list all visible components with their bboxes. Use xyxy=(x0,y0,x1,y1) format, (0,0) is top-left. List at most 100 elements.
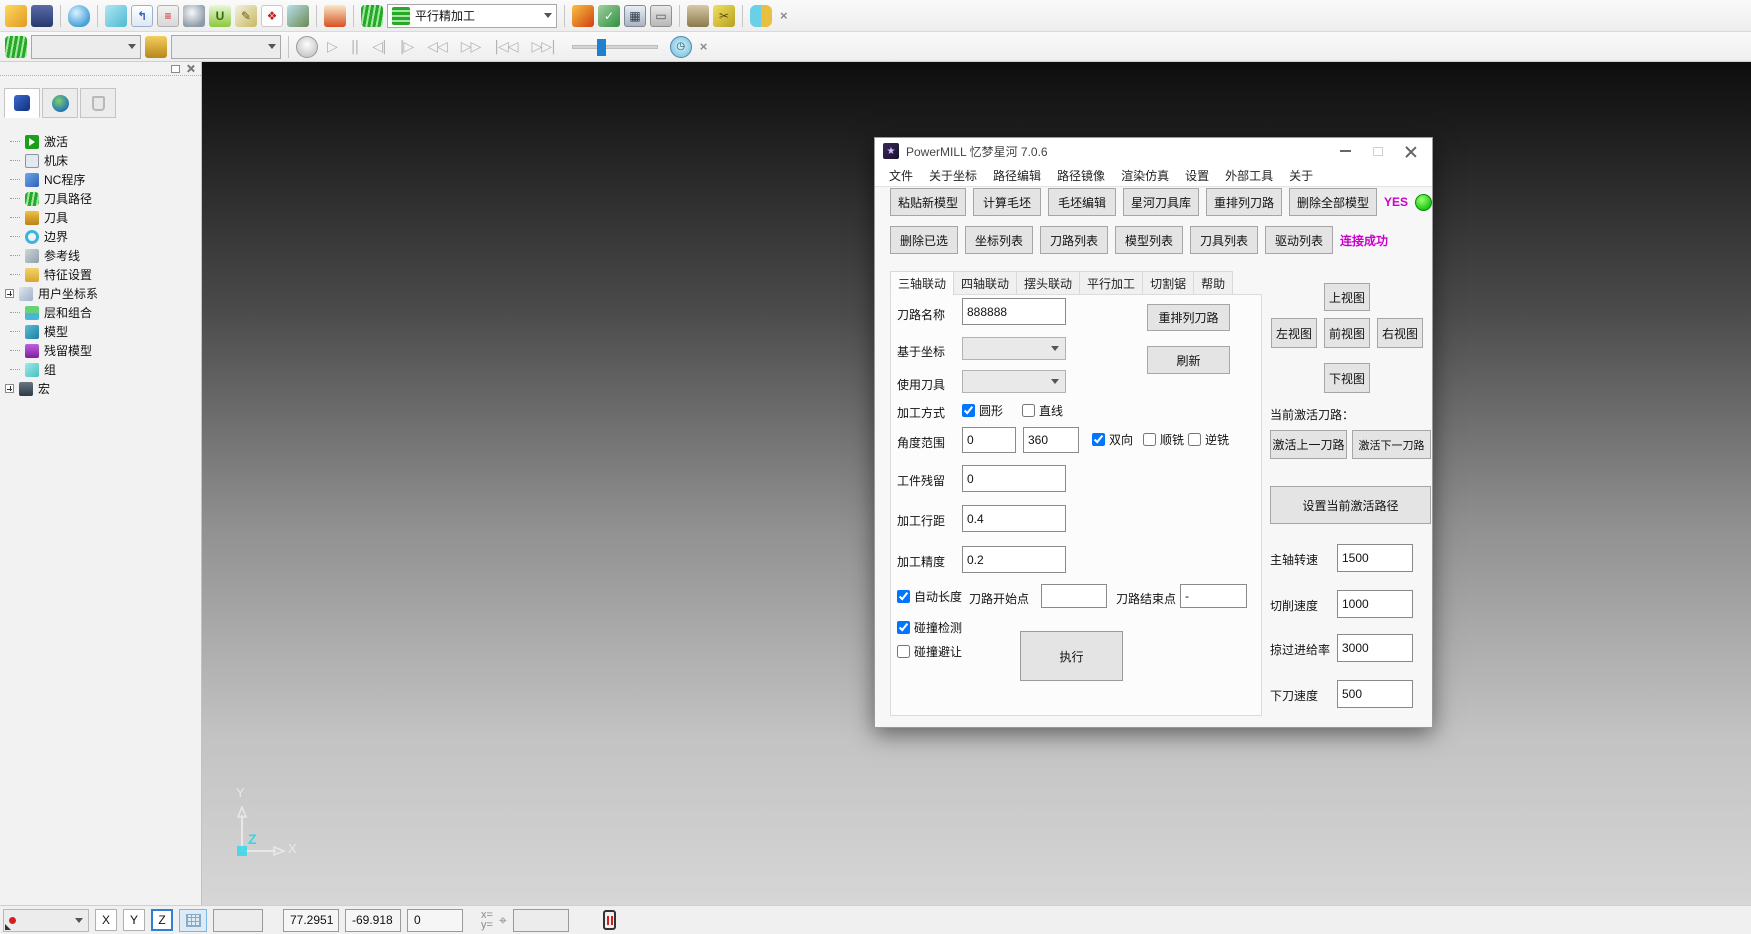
skip-start-button[interactable]: |◁◁ xyxy=(489,39,522,55)
view-bottom-button[interactable]: 下视图 xyxy=(1324,363,1370,393)
end-point-input[interactable] xyxy=(1180,584,1247,608)
tree-item-workplanes[interactable]: 用户坐标系 xyxy=(10,284,201,303)
axis-y-button[interactable]: Y xyxy=(123,909,145,931)
save-icon[interactable] xyxy=(31,5,53,27)
tree-item-activate[interactable]: 激活 xyxy=(10,132,201,151)
view-top-button[interactable]: 上视图 xyxy=(1324,283,1370,311)
toolpath-list-button[interactable]: 刀路列表 xyxy=(1040,226,1108,254)
grid-snap-button[interactable] xyxy=(179,909,207,932)
axis-z-button[interactable]: Z xyxy=(151,909,173,931)
activate-prev-button[interactable]: 激活上一刀路 xyxy=(1270,430,1347,459)
set-active-path-button[interactable]: 设置当前激活路径 xyxy=(1270,486,1431,524)
model-list-button[interactable]: 模型列表 xyxy=(1115,226,1183,254)
simulation-pause-icon[interactable] xyxy=(603,910,616,930)
drive-list-button[interactable]: 驱动列表 xyxy=(1265,226,1333,254)
tool-dropdown[interactable] xyxy=(962,370,1066,393)
view-front-button[interactable]: 前视图 xyxy=(1324,318,1370,348)
step-back-button[interactable]: ◁| xyxy=(367,39,390,55)
menu-render-sim[interactable]: 渲染仿真 xyxy=(1113,167,1177,184)
tree-item-pattern[interactable]: 参考线 xyxy=(10,246,201,265)
tab-parallel[interactable]: 平行加工 xyxy=(1079,271,1143,294)
axis-x-button[interactable]: X xyxy=(95,909,117,931)
activate-next-button[interactable]: 激活下一刀路 xyxy=(1352,430,1431,459)
tree-item-tools[interactable]: 刀具 xyxy=(10,208,201,227)
tab-4axis[interactable]: 四轴联动 xyxy=(953,271,1017,294)
angle-from-input[interactable] xyxy=(962,427,1016,453)
cutting-speed-input[interactable] xyxy=(1337,590,1413,618)
tree-item-models[interactable]: 模型 xyxy=(10,322,201,341)
menu-coords[interactable]: 关于坐标 xyxy=(921,167,985,184)
tool-list-button[interactable]: 刀具列表 xyxy=(1190,226,1258,254)
menu-path-edit[interactable]: 路径编辑 xyxy=(985,167,1049,184)
tolerance-input[interactable] xyxy=(962,546,1066,573)
tree-item-stock-models[interactable]: 残留模型 xyxy=(10,341,201,360)
menu-external-tools[interactable]: 外部工具 xyxy=(1217,167,1281,184)
tool-flash-icon[interactable] xyxy=(572,5,594,27)
execute-button[interactable]: 执行 xyxy=(1020,631,1123,681)
panel-grip[interactable] xyxy=(0,62,201,76)
mode-circle-checkbox[interactable]: 圆形 xyxy=(962,402,1003,419)
calc-stock-button[interactable]: 计算毛坯 xyxy=(973,188,1041,216)
maximize-icon[interactable] xyxy=(1373,147,1383,156)
slider-handle[interactable] xyxy=(597,39,606,56)
tool-check-icon[interactable]: ✓ xyxy=(598,5,620,27)
rewind-button[interactable]: ◁◁ xyxy=(422,39,452,55)
toolbar-close-icon[interactable]: × xyxy=(776,8,792,23)
bidirectional-checkbox[interactable]: 双向 xyxy=(1092,431,1133,448)
plunge-speed-input[interactable] xyxy=(1337,680,1413,708)
step-forward-button[interactable]: |▷ xyxy=(395,39,418,55)
tree-item-feature-set[interactable]: 特征设置 xyxy=(10,265,201,284)
minimize-icon[interactable] xyxy=(1340,150,1351,152)
workplane-dropdown[interactable] xyxy=(3,909,89,932)
tool-pair-icon[interactable] xyxy=(687,5,709,27)
rearrange-toolpaths-button[interactable]: 重排列刀路 xyxy=(1206,188,1282,216)
toolpath-name-input[interactable] xyxy=(962,298,1066,325)
stock-remain-input[interactable] xyxy=(962,465,1066,492)
pause-button[interactable]: || xyxy=(346,39,363,55)
toolbar-close-icon[interactable]: × xyxy=(696,39,712,54)
tab-trash[interactable] xyxy=(80,88,116,118)
ball-tool-icon[interactable] xyxy=(183,5,205,27)
rearrange-button[interactable]: 重排列刀路 xyxy=(1147,304,1230,331)
tree-item-macros[interactable]: 宏 xyxy=(10,379,201,398)
play-button[interactable]: ▷ xyxy=(322,39,342,55)
expander-plus-icon[interactable] xyxy=(5,289,14,298)
tree-item-nc-program[interactable]: NC程序 xyxy=(10,170,201,189)
toolpath-link-icon[interactable]: ↰ xyxy=(131,5,153,27)
coord-list-button[interactable]: 坐标列表 xyxy=(965,226,1033,254)
start-point-input[interactable] xyxy=(1041,584,1107,608)
delete-all-models-button[interactable]: 删除全部模型 xyxy=(1289,188,1377,216)
tree-item-toolpaths[interactable]: 刀具路径 xyxy=(10,189,201,208)
angle-to-input[interactable] xyxy=(1023,427,1079,453)
grid-size-field[interactable] xyxy=(213,909,263,932)
tab-globe[interactable] xyxy=(42,88,78,118)
delete-selected-button[interactable]: 删除已选 xyxy=(890,226,958,254)
toolpath-select-dropdown[interactable] xyxy=(31,35,141,59)
render-teapot-icon[interactable] xyxy=(68,5,90,27)
menu-about[interactable]: 关于 xyxy=(1281,167,1321,184)
tree-item-boundary[interactable]: 边界 xyxy=(10,227,201,246)
mode-line-checkbox[interactable]: 直线 xyxy=(1022,402,1063,419)
menu-settings[interactable]: 设置 xyxy=(1177,167,1217,184)
ruler-icon[interactable]: ▭ xyxy=(650,5,672,27)
skip-end-button[interactable]: ▷▷| xyxy=(527,39,560,55)
strategy-dropdown[interactable]: 平行精加工 xyxy=(387,4,557,28)
tree-item-groups[interactable]: 组 xyxy=(10,360,201,379)
collision-check-icon[interactable]: U xyxy=(209,5,231,27)
stepover-input[interactable] xyxy=(962,505,1066,532)
tab-tilt-head[interactable]: 摆头联动 xyxy=(1016,271,1080,294)
tab-saw[interactable]: 切割锯 xyxy=(1142,271,1194,294)
panel-restore-icon[interactable] xyxy=(171,65,180,73)
menu-path-mirror[interactable]: 路径镜像 xyxy=(1049,167,1113,184)
fast-forward-button[interactable]: ▷▷ xyxy=(456,39,486,55)
stock-edit-button[interactable]: 毛坯编辑 xyxy=(1048,188,1116,216)
block-edit-icon[interactable] xyxy=(287,5,309,27)
tab-3axis[interactable]: 三轴联动 xyxy=(890,271,954,295)
pencil-curve-icon[interactable]: ✎ xyxy=(235,5,257,27)
climb-checkbox[interactable]: 顺铣 xyxy=(1143,431,1184,448)
refresh-button[interactable]: 刷新 xyxy=(1147,346,1230,374)
tool-select-dropdown[interactable] xyxy=(171,35,281,59)
menu-file[interactable]: 文件 xyxy=(881,167,921,184)
point-distribution-icon[interactable]: ❖ xyxy=(261,5,283,27)
speed-slider[interactable] xyxy=(572,45,658,49)
